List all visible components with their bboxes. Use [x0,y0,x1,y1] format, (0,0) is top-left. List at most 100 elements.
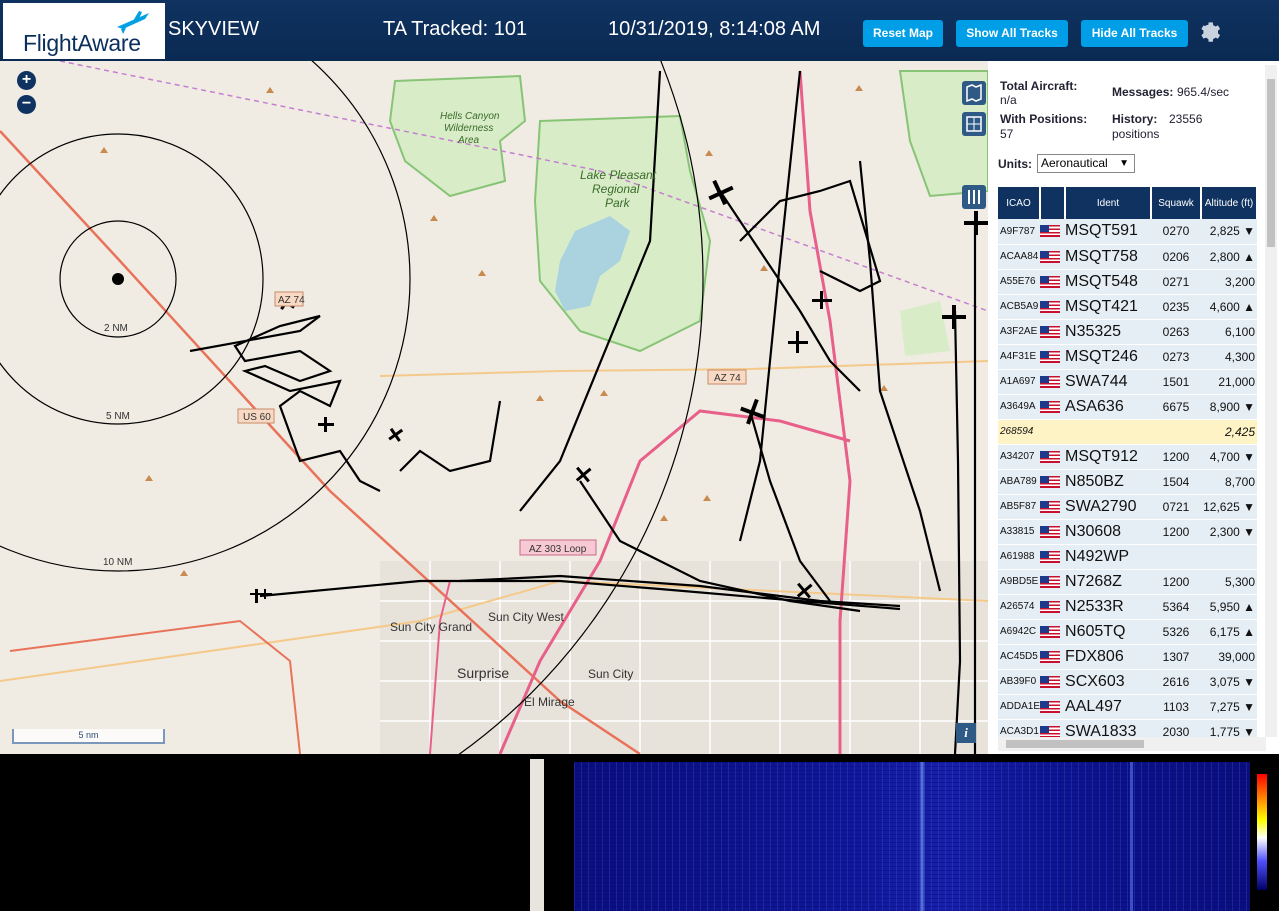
icao-cell: ACB5A9 [998,294,1041,320]
squawk-cell: 0235 [1151,294,1202,320]
squawk-cell: 0273 [1151,344,1202,370]
squawk-cell: 0270 [1151,219,1202,245]
table-row[interactable]: A61988 N492WP [998,544,1258,570]
table-row[interactable]: A26574 N2533R 5364 5,950 ▲ [998,594,1258,620]
flag-cell [1040,519,1066,545]
table-row[interactable]: A3F2AE N35325 0263 6,100 [998,319,1258,345]
altitude-cell: 12,625 ▼ [1201,494,1258,520]
squawk-cell: 1200 [1151,569,1202,595]
table-row[interactable]: A3649A ASA636 6675 8,900 ▼ [998,394,1258,420]
icao-cell: A3F2AE [998,319,1041,345]
table-row[interactable]: A33815 N30608 1200 2,300 ▼ [998,519,1258,545]
column-header-icao[interactable]: ICAO [998,187,1042,219]
map-canvas: 2 NM 5 NM 10 NM Hells Canyon Wilderness … [0,61,988,754]
waterfall-display [574,762,1250,911]
us-flag-icon [1040,525,1061,538]
table-row[interactable]: A55E76 MSQT548 0271 3,200 [998,269,1258,295]
icao-cell: A55E76 [998,269,1041,295]
units-selected-value: Aeronautical [1041,156,1108,170]
table-row[interactable]: AB5F87 SWA2790 0721 12,625 ▼ [998,494,1258,520]
us-flag-icon [1040,700,1061,713]
ident-cell: MSQT758 [1065,244,1152,270]
altitude-cell: 4,700 ▼ [1201,444,1258,470]
icao-cell: A9F787 [998,219,1041,245]
flag-cell [1040,419,1066,445]
icao-cell: A34207 [998,444,1041,470]
color-scale [1257,774,1267,890]
aircraft-panel: Total Aircraft: n/a With Positions: 57 M… [988,61,1279,754]
ident-cell: MSQT912 [1065,444,1152,470]
table-row[interactable]: AB39F0 SCX603 2616 3,075 ▼ [998,669,1258,695]
grid-icon[interactable] [962,112,986,136]
table-row[interactable]: AC45D5 FDX806 1307 39,000 [998,644,1258,670]
column-header-squawk[interactable]: Squawk [1151,187,1203,219]
table-row[interactable]: ABA789 N850BZ 1504 8,700 [998,469,1258,495]
ident-cell: SCX603 [1065,669,1152,695]
info-button[interactable]: i [956,723,976,743]
altitude-cell: 5,300 [1201,569,1258,595]
pane-divider[interactable] [530,759,544,911]
zoom-in-button[interactable]: + [17,71,36,90]
ident-cell: N2533R [1065,594,1152,620]
flag-cell [1040,369,1066,395]
svg-text:Area: Area [457,135,480,146]
clock-datetime: 10/31/2019, 8:14:08 AM [608,18,821,40]
map-layers-icon[interactable] [962,81,986,105]
table-row[interactable]: A6942C N605TQ 5326 6,175 ▲ [998,619,1258,645]
flag-cell [1040,469,1066,495]
altitude-cell: 21,000 [1201,369,1258,395]
table-row[interactable]: 268594 2,425 [998,419,1258,445]
table-row[interactable]: A9F787 MSQT591 0270 2,825 ▼ [998,219,1258,245]
altitude-cell: 5,950 ▲ [1201,594,1258,620]
horizontal-scrollbar[interactable] [998,737,1266,751]
gear-icon[interactable] [1198,19,1222,43]
ident-cell: MSQT548 [1065,269,1152,295]
altitude-cell: 3,200 [1201,269,1258,295]
columns-toggle-icon[interactable] [962,185,986,209]
squawk-cell: 0721 [1151,494,1202,520]
plane-logo-icon [117,11,149,34]
column-header-altitude[interactable]: Altitude (ft) [1201,187,1259,219]
altitude-cell: 8,900 ▼ [1201,394,1258,420]
flightaware-logo[interactable]: FlightAware [3,3,165,59]
svg-text:AZ 74: AZ 74 [714,373,741,384]
table-row[interactable]: A34207 MSQT912 1200 4,700 ▼ [998,444,1258,470]
icao-cell: A6942C [998,619,1041,645]
column-header-flag[interactable] [1040,187,1067,219]
ident-cell: MSQT591 [1065,219,1152,245]
flag-cell [1040,394,1066,420]
reset-map-button[interactable]: Reset Map [863,20,943,47]
us-flag-icon [1040,625,1061,638]
table-row[interactable]: ADDA1E AAL497 1103 7,275 ▼ [998,694,1258,720]
hide-all-tracks-button[interactable]: Hide All Tracks [1081,20,1188,47]
svg-text:AZ 74: AZ 74 [278,295,305,306]
column-header-ident[interactable]: Ident [1065,187,1153,219]
vertical-scrollbar[interactable] [1265,65,1277,737]
table-row[interactable]: A4F31E MSQT246 0273 4,300 [998,344,1258,370]
tracked-count: TA Tracked: 101 [383,18,528,40]
altitude-cell: 8,700 [1201,469,1258,495]
table-row[interactable]: ACB5A9 MSQT421 0235 4,600 ▲ [998,294,1258,320]
units-select[interactable]: Aeronautical ▼ [1037,154,1135,173]
table-row[interactable]: ACAA84 MSQT758 0206 2,800 ▲ [998,244,1258,270]
icao-cell: A1A697 [998,369,1041,395]
altitude-cell: 4,600 ▲ [1201,294,1258,320]
svg-text:Sun City: Sun City [588,667,633,681]
icao-cell: A4F31E [998,344,1041,370]
table-row[interactable]: A1A697 SWA744 1501 21,000 [998,369,1258,395]
svg-text:Wilderness: Wilderness [444,123,493,134]
squawk-cell [1151,544,1202,570]
zoom-out-button[interactable]: − [17,95,36,114]
svg-text:Surprise: Surprise [457,665,509,681]
svg-text:2 NM: 2 NM [104,323,128,334]
flag-cell [1040,269,1066,295]
table-row[interactable]: A9BD5E N7268Z 1200 5,300 [998,569,1258,595]
ident-cell: AAL497 [1065,694,1152,720]
svg-text:Regional: Regional [592,182,640,196]
altitude-cell: 2,800 ▲ [1201,244,1258,270]
chevron-down-icon: ▼ [1119,158,1129,169]
map-view[interactable]: 2 NM 5 NM 10 NM Hells Canyon Wilderness … [0,61,988,754]
icao-cell: AC45D5 [998,644,1041,670]
show-all-tracks-button[interactable]: Show All Tracks [956,20,1068,47]
squawk-cell: 0271 [1151,269,1202,295]
